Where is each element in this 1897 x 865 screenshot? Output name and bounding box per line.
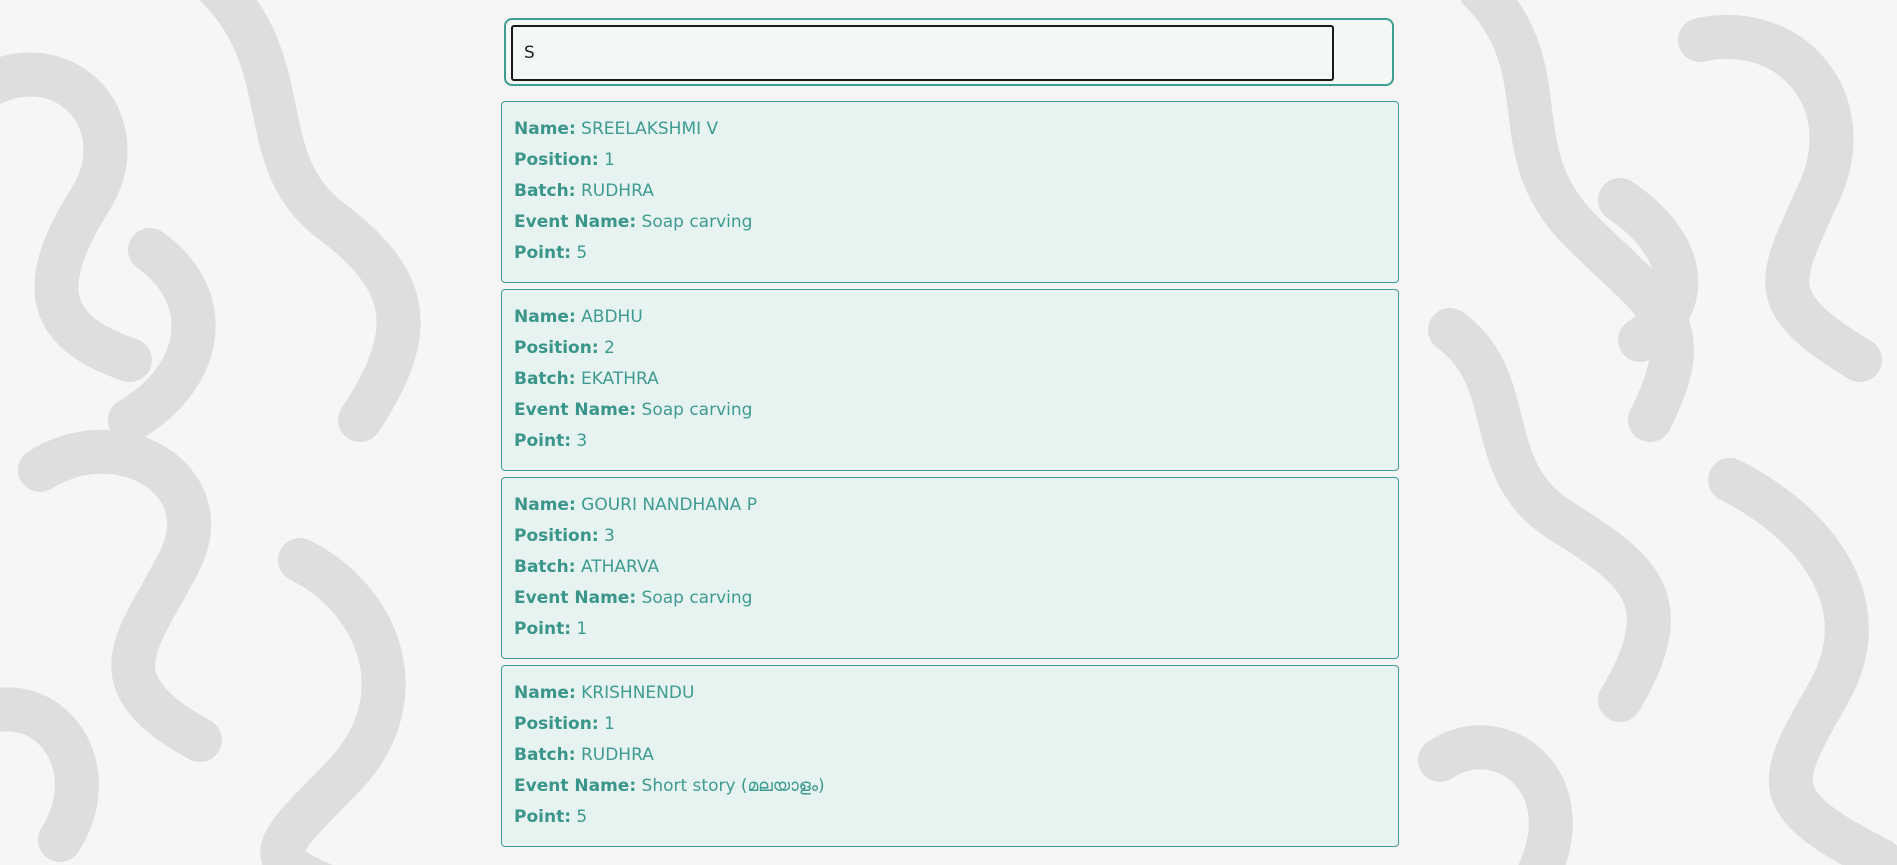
name-value: GOURI NANDHANA P	[581, 495, 757, 515]
event-name-value: Soap carving	[641, 588, 753, 608]
event-name-row: Event Name: Soap carving	[514, 583, 1386, 614]
results-list: Name: SREELAKSHMI V Position: 1 Batch: RUD…	[501, 101, 1399, 853]
name-label: Name:	[514, 495, 576, 515]
event-name-row: Event Name: Soap carving	[514, 395, 1386, 426]
position-row: Position: 2	[514, 333, 1386, 364]
event-name-label: Event Name:	[514, 212, 637, 232]
batch-value: ATHARVA	[580, 557, 660, 577]
event-name-value: Soap carving	[641, 212, 753, 232]
event-name-label: Event Name:	[514, 588, 637, 608]
batch-label: Batch:	[514, 745, 576, 765]
batch-row: Batch: ATHARVA	[514, 552, 1386, 583]
batch-label: Batch:	[514, 181, 576, 201]
name-value: ABDHU	[581, 307, 643, 327]
event-name-row: Event Name: Soap carving	[514, 207, 1386, 238]
name-row: Name: SREELAKSHMI V	[514, 114, 1386, 145]
event-name-value: Soap carving	[641, 400, 753, 420]
position-value: 2	[604, 338, 615, 358]
name-row: Name: ABDHU	[514, 302, 1386, 333]
position-label: Position:	[514, 150, 599, 170]
point-row: Point: 3	[514, 426, 1386, 457]
position-value: 3	[604, 526, 615, 546]
name-row: Name: KRISHNENDU	[514, 678, 1386, 709]
point-label: Point:	[514, 619, 571, 639]
point-value: 3	[576, 431, 588, 451]
name-label: Name:	[514, 683, 576, 703]
batch-row: Batch: RUDHRA	[514, 176, 1386, 207]
point-label: Point:	[514, 243, 571, 263]
event-name-label: Event Name:	[514, 400, 637, 420]
search-box	[504, 18, 1394, 86]
name-row: Name: GOURI NANDHANA P	[514, 490, 1386, 521]
batch-label: Batch:	[514, 557, 576, 577]
point-label: Point:	[514, 431, 571, 451]
main-panel: Name: SREELAKSHMI VPosition: 1Batch: RUD…	[487, 0, 1411, 865]
result-card: Name: ABDHU Position: 2 Batch: EKATHRA Even…	[501, 289, 1399, 471]
batch-label: Batch:	[514, 369, 576, 389]
point-value: 1	[576, 619, 588, 639]
point-value: 5	[576, 807, 588, 827]
position-label: Position:	[514, 526, 599, 546]
position-label: Position:	[514, 714, 599, 734]
name-value: SREELAKSHMI V	[581, 119, 719, 139]
event-name-value: Short story (മലയാളം)	[641, 776, 825, 796]
result-card: Name: SREELAKSHMI V Position: 1 Batch: RUD…	[501, 101, 1399, 283]
position-row: Position: 1	[514, 145, 1386, 176]
point-label: Point:	[514, 807, 571, 827]
name-value: KRISHNENDU	[581, 683, 695, 703]
batch-value: EKATHRA	[580, 369, 659, 389]
batch-row: Batch: EKATHRA	[514, 364, 1386, 395]
batch-value: RUDHRA	[580, 745, 654, 765]
event-name-row: Event Name: Short story (മലയാളം)	[514, 771, 1386, 802]
position-row: Position: 3	[514, 521, 1386, 552]
point-row: Point: 1	[514, 614, 1386, 645]
result-card: Name: KRISHNENDU Position: 1 Batch: RUDHRA…	[501, 665, 1399, 847]
position-row: Position: 1	[514, 709, 1386, 740]
result-card: Name: GOURI NANDHANA P Position: 3 Batch: …	[501, 477, 1399, 659]
point-row: Point: 5	[514, 802, 1386, 833]
point-value: 5	[576, 243, 588, 263]
name-label: Name:	[514, 307, 576, 327]
event-name-label: Event Name:	[514, 776, 637, 796]
position-value: 1	[604, 714, 615, 734]
position-label: Position:	[514, 338, 599, 358]
position-value: 1	[604, 150, 615, 170]
point-row: Point: 5	[514, 238, 1386, 269]
batch-row: Batch: RUDHRA	[514, 740, 1386, 771]
name-label: Name:	[514, 119, 576, 139]
batch-value: RUDHRA	[580, 181, 654, 201]
search-input[interactable]	[511, 25, 1334, 81]
